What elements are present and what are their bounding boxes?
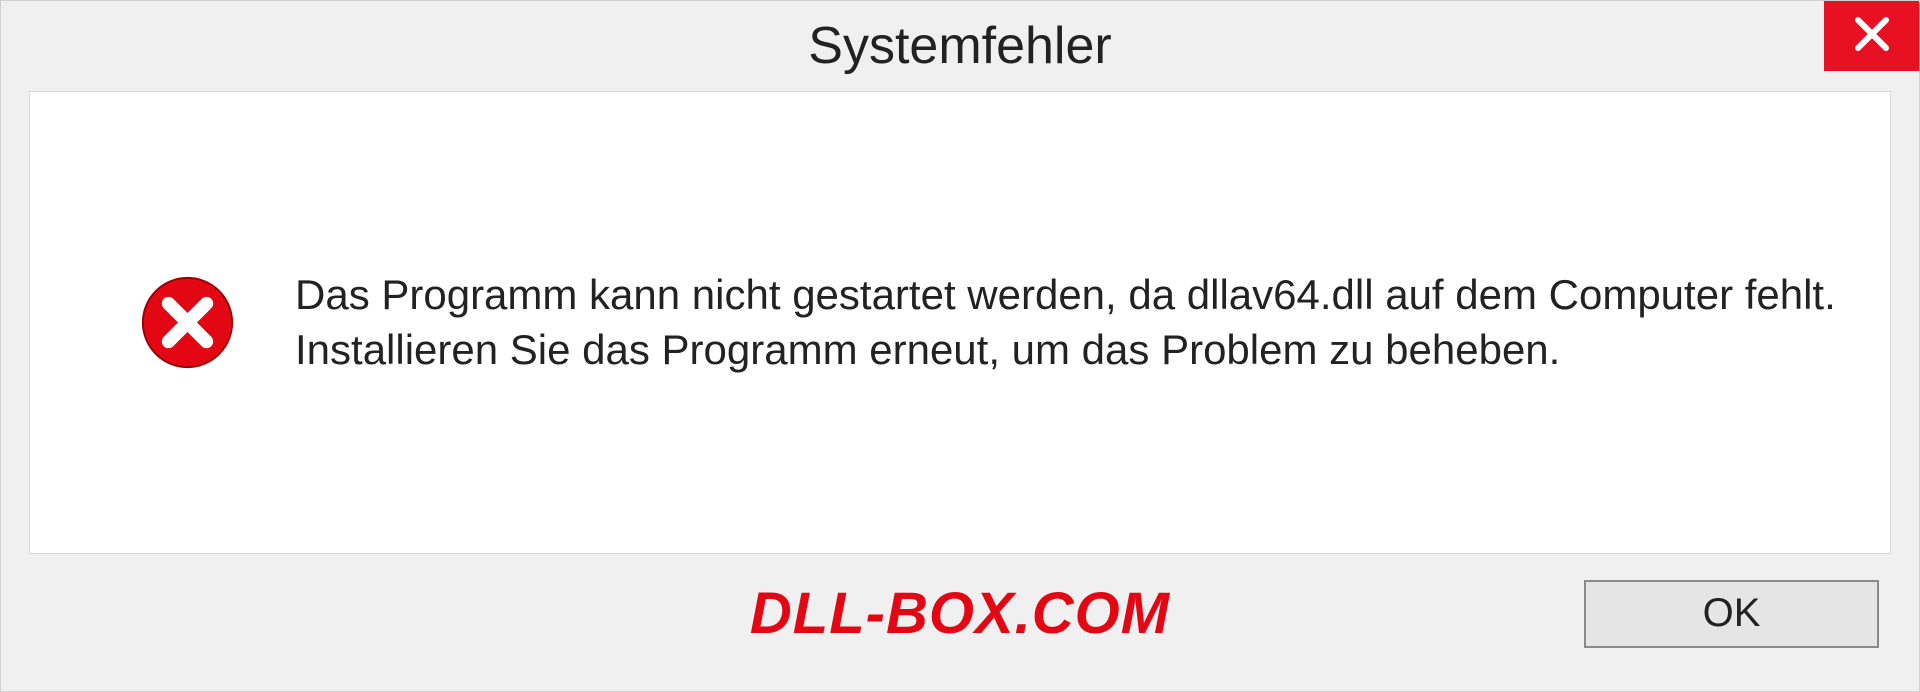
dialog-title: Systemfehler (808, 16, 1111, 76)
error-icon (140, 275, 235, 370)
error-message: Das Programm kann nicht gestartet werden… (295, 268, 1840, 377)
footer: DLL-BOX.COM OK (1, 566, 1919, 691)
error-dialog: Systemfehler Das Programm kann nicht ges… (0, 0, 1920, 692)
titlebar: Systemfehler (1, 1, 1919, 91)
watermark-text: DLL-BOX.COM (750, 580, 1170, 647)
close-button[interactable] (1824, 1, 1919, 71)
content-area: Das Programm kann nicht gestartet werden… (29, 91, 1891, 554)
ok-button[interactable]: OK (1584, 580, 1879, 648)
close-icon (1852, 14, 1892, 59)
